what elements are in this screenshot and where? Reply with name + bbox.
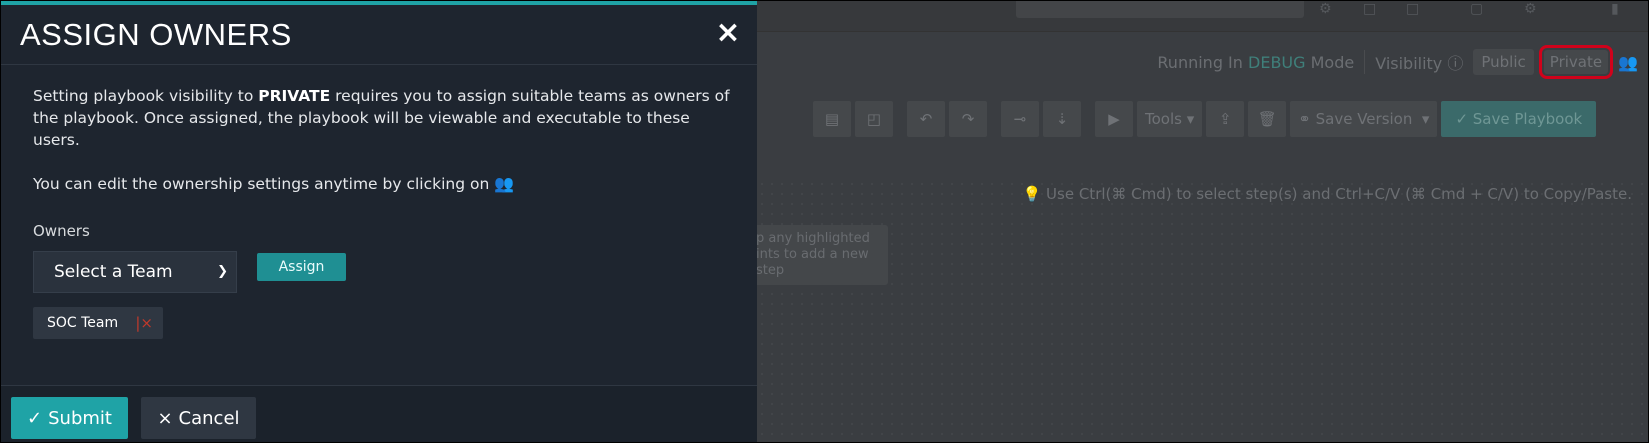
visibility-description: Setting playbook visibility to PRIVATE r… bbox=[33, 87, 730, 149]
visibility-private-button[interactable]: Private bbox=[1538, 45, 1614, 79]
square-icon: □ bbox=[1406, 1, 1420, 17]
modal-title: ASSIGN OWNERS bbox=[20, 17, 292, 52]
divider bbox=[1364, 50, 1366, 74]
users-icon[interactable]: 👥 bbox=[1618, 53, 1638, 72]
screen: ⚙ □ □ ▢ ⚙ ▮ Running In DEBUG Mode Visibi… bbox=[0, 0, 1649, 443]
check-icon: ✓ bbox=[27, 407, 43, 429]
debug-icon[interactable]: ⇣ bbox=[1043, 101, 1081, 137]
playbook-canvas[interactable] bbox=[757, 179, 1648, 442]
users-icon: 👥 bbox=[494, 174, 515, 193]
modal-footer: ✓ Submit × Cancel bbox=[1, 385, 757, 442]
modal-header: ASSIGN OWNERS × bbox=[1, 5, 757, 65]
submit-button[interactable]: ✓ Submit bbox=[11, 397, 128, 439]
owner-tag-label: SOC Team bbox=[47, 315, 119, 331]
team-select-value: Select a Team bbox=[54, 262, 173, 282]
modal-body: Setting playbook visibility to PRIVATE r… bbox=[33, 85, 733, 217]
connector-icon[interactable]: ⊸ bbox=[1001, 101, 1039, 137]
trash-icon[interactable]: 🗑 bbox=[1248, 101, 1287, 137]
visibility-public-button[interactable]: Public bbox=[1473, 49, 1534, 75]
ownership-edit-note: You can edit the ownership settings anyt… bbox=[33, 174, 515, 193]
background-toolbar: ▤ ◰ ↶ ↷ ⊸ ⇣ ▶ Tools ▾ ⇪ 🗑 ⚭ Save Version… bbox=[813, 101, 1597, 137]
owner-tag: SOC Team |× bbox=[33, 307, 163, 339]
gear-icon: ⚙ bbox=[1319, 1, 1332, 17]
chevron-down-icon: ❯ bbox=[217, 264, 228, 279]
background-visibility-row: Running In DEBUG Mode Visibility ⓘ Publi… bbox=[757, 41, 1648, 83]
remove-tag-icon[interactable]: |× bbox=[135, 314, 153, 332]
copy-paste-hint: 💡 Use Ctrl(⌘ Cmd) to select step(s) and … bbox=[1022, 185, 1632, 203]
assign-owners-modal: ASSIGN OWNERS × Setting playbook visibil… bbox=[1, 1, 757, 442]
gear-icon: ⚙ bbox=[1524, 1, 1537, 17]
square-icon: ▢ bbox=[1470, 1, 1484, 17]
submit-label: Submit bbox=[48, 407, 112, 429]
background-search-box bbox=[1016, 1, 1304, 18]
undo-icon[interactable]: ↶ bbox=[907, 101, 945, 137]
cancel-label: Cancel bbox=[178, 407, 240, 429]
canvas-tooltip: p any highlighted ints to add a new step bbox=[746, 225, 888, 285]
redo-icon[interactable]: ↷ bbox=[949, 101, 987, 137]
notes-icon[interactable]: ▤ bbox=[813, 101, 851, 137]
running-mode-text: Running In DEBUG Mode bbox=[1157, 52, 1355, 72]
close-icon: × bbox=[157, 407, 173, 429]
save-playbook-button[interactable]: ✓ Save Playbook bbox=[1441, 101, 1597, 137]
export-icon[interactable]: ⇪ bbox=[1206, 101, 1245, 137]
team-select[interactable]: Select a Team ❯ bbox=[33, 251, 237, 293]
square-icon: □ bbox=[1363, 1, 1377, 17]
tools-menu[interactable]: Tools ▾ bbox=[1137, 101, 1203, 137]
play-icon[interactable]: ▶ bbox=[1095, 101, 1133, 137]
user-icon: ▮ bbox=[1611, 1, 1619, 17]
sticky-note-icon[interactable]: ◰ bbox=[855, 101, 893, 137]
close-icon[interactable]: × bbox=[713, 15, 743, 50]
assign-button[interactable]: Assign bbox=[257, 253, 346, 281]
visibility-label: Visibility ⓘ bbox=[1375, 54, 1464, 73]
cancel-button[interactable]: × Cancel bbox=[141, 397, 256, 439]
owners-label: Owners bbox=[33, 222, 90, 240]
save-version-button[interactable]: ⚭ Save Version ▾ bbox=[1290, 101, 1438, 137]
